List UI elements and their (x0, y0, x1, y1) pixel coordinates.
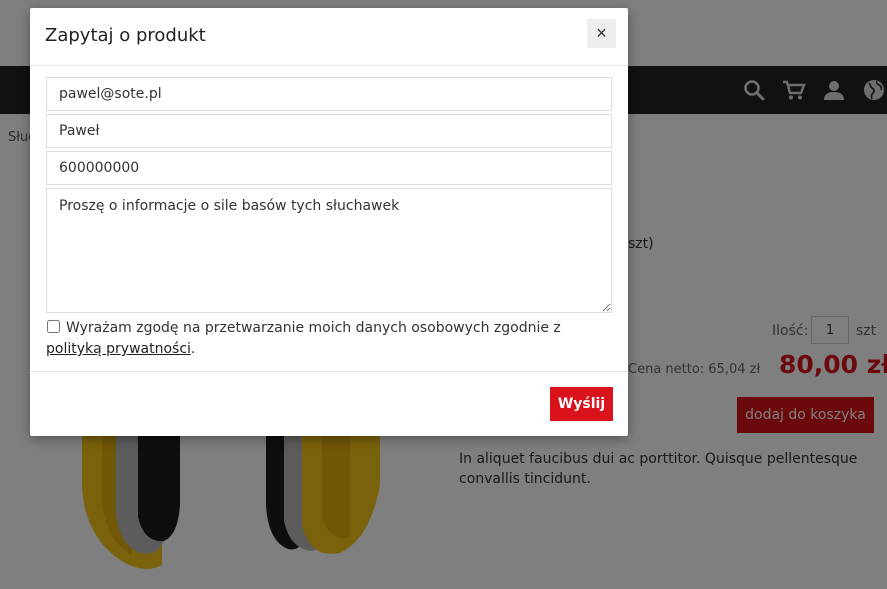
modal-footer-divider (30, 371, 628, 372)
ask-about-product-modal: Zapytaj o produkt × Proszę o informacje … (30, 8, 628, 436)
phone-field[interactable] (46, 151, 612, 185)
email-field[interactable] (46, 77, 612, 111)
modal-header: Zapytaj o produkt × (30, 8, 628, 66)
send-button[interactable]: Wyślij (550, 387, 613, 421)
consent-checkbox[interactable] (47, 320, 60, 333)
close-icon[interactable]: × (587, 19, 616, 48)
consent-end: . (190, 341, 196, 357)
name-field[interactable] (46, 114, 612, 148)
modal-title: Zapytaj o produkt (45, 25, 206, 46)
message-field[interactable]: Proszę o informacje o sile basów tych sł… (46, 188, 612, 313)
consent-text: Wyrażam zgodę na przetwarzanie moich dan… (66, 320, 561, 336)
privacy-consent: Wyrażam zgodę na przetwarzanie moich dan… (46, 318, 606, 360)
privacy-policy-link[interactable]: polityką prywatności (46, 341, 191, 357)
